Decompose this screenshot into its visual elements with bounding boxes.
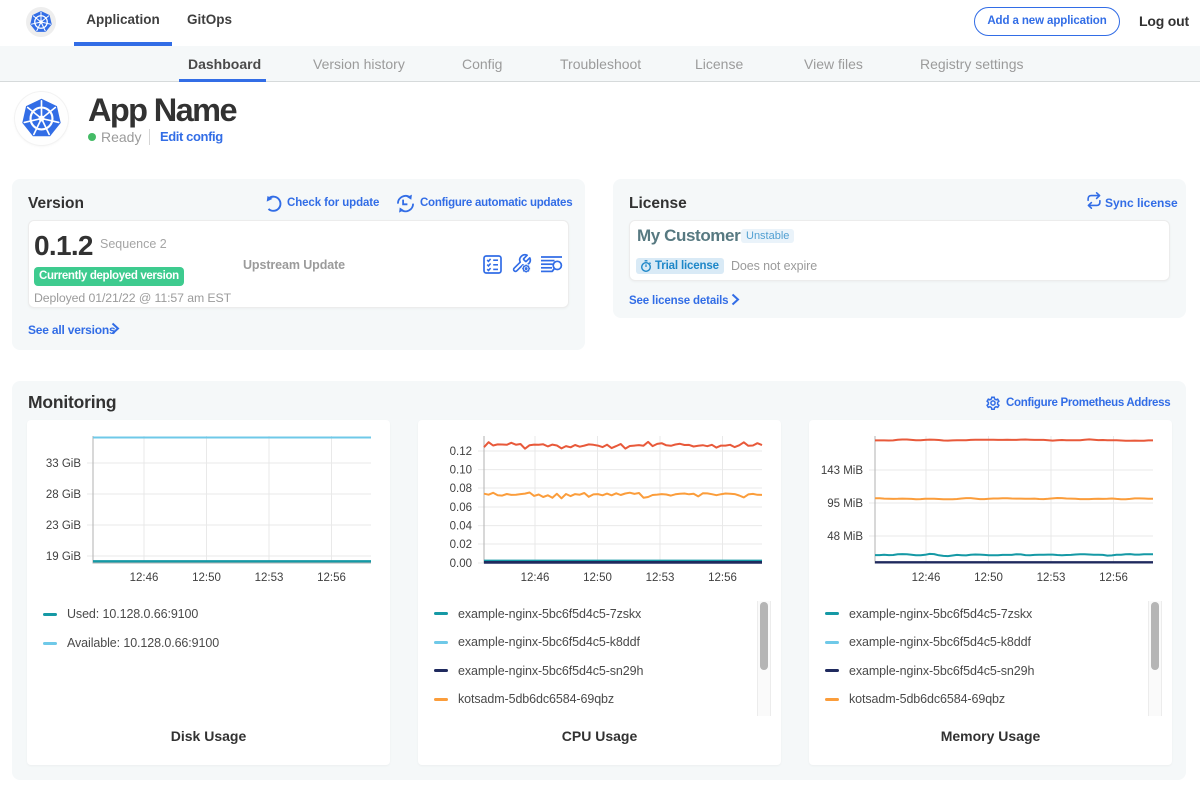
svg-text:12:56: 12:56 bbox=[1099, 572, 1128, 584]
svg-text:12:56: 12:56 bbox=[317, 572, 346, 584]
svg-text:33 GiB: 33 GiB bbox=[46, 458, 81, 470]
svg-text:0.06: 0.06 bbox=[450, 502, 472, 514]
svg-text:19 GiB: 19 GiB bbox=[46, 551, 81, 563]
svg-text:12:56: 12:56 bbox=[708, 572, 737, 584]
svg-text:28 GiB: 28 GiB bbox=[46, 489, 81, 501]
svg-text:0.00: 0.00 bbox=[450, 558, 472, 570]
svg-text:12:53: 12:53 bbox=[646, 572, 675, 584]
svg-text:0.08: 0.08 bbox=[450, 483, 472, 495]
svg-text:95 MiB: 95 MiB bbox=[827, 498, 863, 510]
svg-text:0.02: 0.02 bbox=[450, 539, 472, 551]
svg-text:12:50: 12:50 bbox=[974, 572, 1003, 584]
svg-text:143 MiB: 143 MiB bbox=[821, 465, 864, 477]
svg-text:23 GiB: 23 GiB bbox=[46, 520, 81, 532]
svg-text:12:50: 12:50 bbox=[583, 572, 612, 584]
svg-text:0.04: 0.04 bbox=[450, 521, 473, 533]
svg-text:12:53: 12:53 bbox=[255, 572, 284, 584]
svg-text:12:46: 12:46 bbox=[130, 572, 159, 584]
svg-text:0.10: 0.10 bbox=[450, 465, 472, 477]
svg-text:48 MiB: 48 MiB bbox=[827, 531, 863, 543]
svg-text:12:53: 12:53 bbox=[1037, 572, 1066, 584]
svg-text:0.12: 0.12 bbox=[450, 446, 472, 458]
svg-text:12:50: 12:50 bbox=[192, 572, 221, 584]
svg-text:12:46: 12:46 bbox=[521, 572, 550, 584]
svg-text:12:46: 12:46 bbox=[912, 572, 941, 584]
